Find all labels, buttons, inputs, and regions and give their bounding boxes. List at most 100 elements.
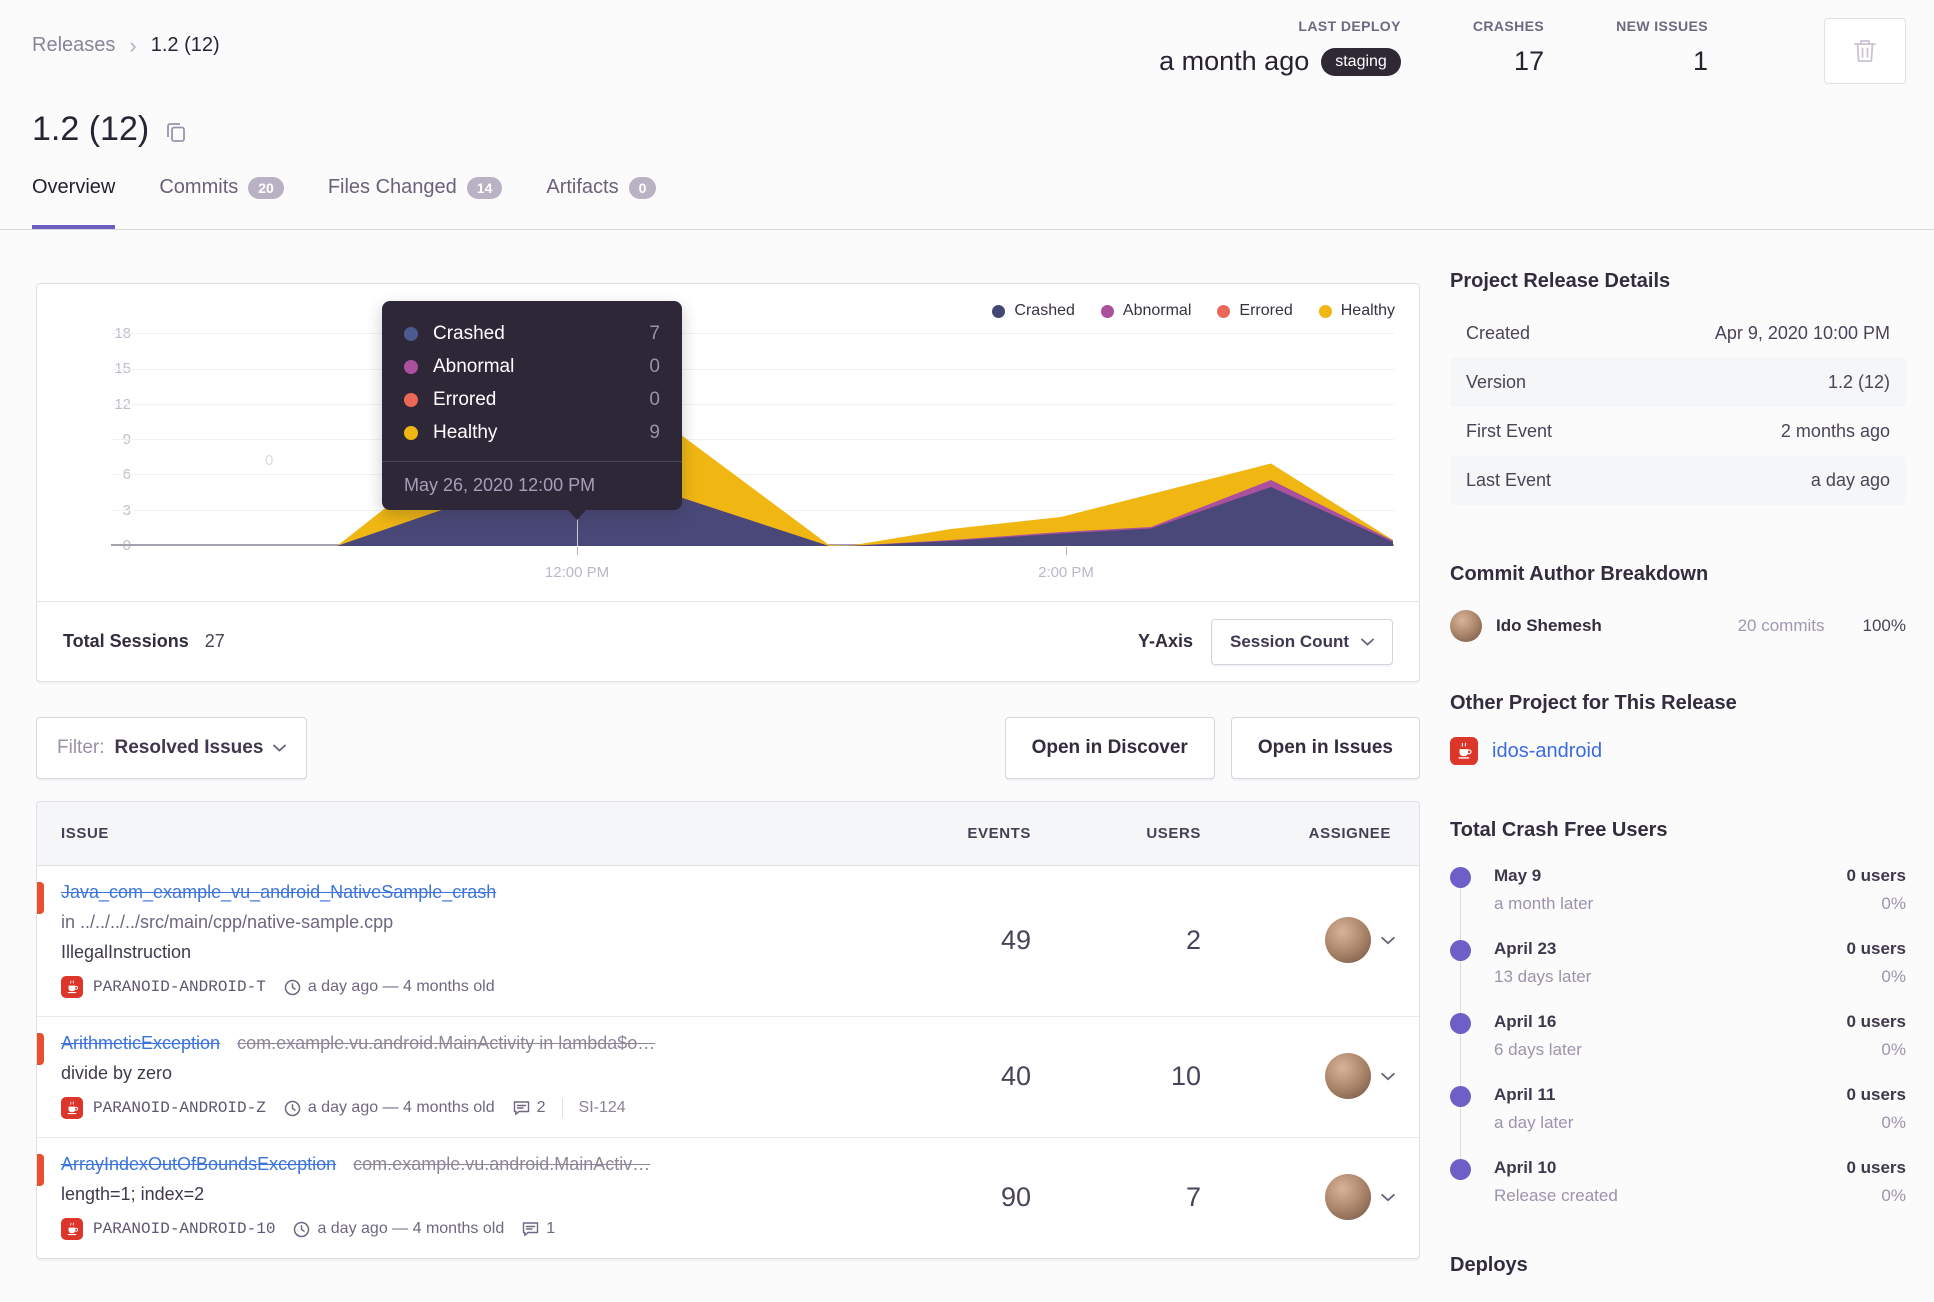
java-project-icon [1450, 737, 1478, 765]
legend-item-errored[interactable]: Errored [1217, 302, 1293, 320]
open-in-discover-button[interactable]: Open in Discover [1004, 717, 1215, 779]
issue-users-count: 10 [1170, 1060, 1201, 1091]
other-project-link[interactable]: idos-android [1492, 740, 1602, 763]
assignee-cell[interactable] [1229, 1053, 1419, 1099]
top-bar: Releases › 1.2 (12) LAST DEPLOY a month … [32, 18, 1906, 84]
java-project-icon [61, 1097, 83, 1119]
legend-dot-errored [1217, 304, 1231, 318]
stat-new-issues: NEW ISSUES 1 [1616, 18, 1708, 77]
new-issues-label: NEW ISSUES [1616, 18, 1708, 34]
trash-icon [1852, 37, 1878, 65]
tooltip-dot-healthy [404, 425, 418, 440]
clock-icon [293, 1221, 310, 1238]
x-axis-tick [577, 547, 578, 555]
issues-table-header: ISSUE EVENTS USERS ASSIGNEE [37, 802, 1419, 866]
detail-row: First Event 2 months ago [1466, 421, 1890, 441]
sessions-chart-card: Crashed Abnormal Errored Healthy 18 15 1… [36, 283, 1420, 682]
total-sessions-value: 27 [204, 631, 225, 651]
files-changed-count-badge: 14 [466, 176, 503, 199]
tooltip-row-crashed: Crashed 7 [404, 317, 660, 350]
other-project-section: Other Project for This Release idos-andr… [1450, 692, 1906, 765]
stacked-area-chart[interactable] [111, 334, 1396, 546]
assignee-cell[interactable] [1229, 917, 1419, 963]
issue-title-link[interactable]: ArithmeticException [61, 1033, 220, 1053]
copy-icon[interactable] [165, 120, 187, 144]
assignee-avatar[interactable] [1325, 1053, 1371, 1099]
issue-events-count: 90 [1000, 1181, 1031, 1212]
author-name: Ido Shemesh [1496, 616, 1602, 635]
table-row: Java_com_example_vu_android_NativeSample… [37, 866, 1419, 1017]
project-slug[interactable]: PARANOID-ANDROID-Z [93, 1099, 266, 1117]
clock-icon [284, 1100, 301, 1117]
comment-count: 1 [546, 1220, 556, 1237]
timeline-entry: April 16 6 days later 0 users 0% [1450, 1012, 1906, 1060]
breadcrumb: Releases › 1.2 (12) [32, 34, 220, 57]
issue-users-count: 2 [1185, 924, 1201, 955]
issue-events-count: 49 [1000, 924, 1031, 955]
timeline-dot [1450, 1013, 1471, 1034]
section-title: Commit Author Breakdown [1450, 563, 1709, 585]
chevron-down-icon[interactable] [1381, 1072, 1395, 1081]
issue-message: IllegalInstruction [61, 942, 192, 962]
chart-tooltip: Crashed 7 Abnormal 0 Errored 0 Healthy 9… [382, 301, 682, 520]
issues-toolbar: Filter: Resolved Issues Open in Discover… [36, 717, 1420, 779]
y-axis-select[interactable]: Session Count [1210, 618, 1393, 665]
tooltip-row-healthy: Healthy 9 [404, 416, 660, 449]
issue-culprit: com.example.vu.android.MainActivity in l… [237, 1033, 656, 1053]
other-project-row: idos-android [1450, 737, 1906, 765]
issue-users-count: 7 [1185, 1181, 1201, 1212]
filter-dropdown[interactable]: Filter: Resolved Issues [36, 717, 308, 779]
last-deploy-label: LAST DEPLOY [1298, 18, 1401, 34]
detail-row: Version 1.2 (12) [1450, 358, 1906, 407]
stat-crashes: CRASHES 17 [1473, 18, 1544, 77]
legend-item-healthy[interactable]: Healthy [1318, 302, 1395, 320]
open-in-issues-button[interactable]: Open in Issues [1230, 717, 1420, 779]
column-assignee: ASSIGNEE [1308, 825, 1391, 842]
timeline-entry: April 11 a day later 0 users 0% [1450, 1085, 1906, 1133]
timeline-dot [1450, 940, 1471, 961]
breadcrumb-chevron-icon: › [129, 32, 137, 58]
breadcrumb-releases-link[interactable]: Releases [32, 34, 115, 57]
section-title: Total Crash Free Users [1450, 819, 1668, 841]
issue-title-link[interactable]: Java_com_example_vu_android_NativeSample… [61, 882, 496, 902]
tab-commits[interactable]: Commits 20 [159, 176, 284, 229]
crashes-value: 17 [1514, 46, 1545, 76]
assignee-avatar[interactable] [1325, 1174, 1371, 1220]
detail-row: Created Apr 9, 2020 10:00 PM [1466, 323, 1890, 343]
issue-annotation[interactable]: SI-124 [579, 1099, 626, 1117]
issue-location: in ../../../../src/main/cpp/native-sampl… [61, 912, 394, 932]
x-axis-tick [1066, 547, 1067, 555]
detail-row: Last Event a day ago [1450, 456, 1906, 505]
tooltip-timestamp: May 26, 2020 12:00 PM [404, 475, 596, 495]
comment-icon [513, 1100, 530, 1116]
chevron-down-icon[interactable] [1381, 936, 1395, 945]
issue-level-marker [37, 882, 44, 914]
delete-release-button[interactable] [1824, 18, 1906, 84]
legend-item-abnormal[interactable]: Abnormal [1100, 302, 1191, 320]
issue-level-marker [37, 1154, 44, 1186]
chevron-down-icon[interactable] [1381, 1193, 1395, 1202]
crash-free-timeline: May 9 a month later 0 users 0% April 23 … [1450, 866, 1906, 1206]
author-commit-count: 20 commits [1737, 616, 1825, 635]
section-title: Project Release Details [1450, 270, 1671, 292]
column-users: USERS [1146, 825, 1201, 842]
tab-files-changed[interactable]: Files Changed 14 [328, 176, 503, 229]
project-slug[interactable]: PARANOID-ANDROID-T [93, 978, 266, 996]
tooltip-row-errored: Errored 0 [404, 383, 660, 416]
java-project-icon [61, 1218, 83, 1240]
chevron-down-icon [273, 744, 287, 752]
issue-age: a day ago — 4 months old [307, 978, 495, 995]
assignee-avatar[interactable] [1325, 917, 1371, 963]
tab-overview[interactable]: Overview [32, 176, 116, 229]
tooltip-row-abnormal: Abnormal 0 [404, 350, 660, 383]
timeline-dot [1450, 1086, 1471, 1107]
commit-author-breakdown: Commit Author Breakdown Ido Shemesh 20 c… [1450, 563, 1906, 642]
chart-legend: Crashed Abnormal Errored Healthy [992, 302, 1395, 320]
tab-artifacts[interactable]: Artifacts 0 [546, 176, 657, 229]
project-slug[interactable]: PARANOID-ANDROID-10 [93, 1220, 275, 1238]
issue-title-link[interactable]: ArrayIndexOutOfBoundsException [61, 1154, 336, 1174]
legend-item-crashed[interactable]: Crashed [992, 302, 1075, 320]
assignee-cell[interactable] [1229, 1174, 1419, 1220]
author-row: Ido Shemesh 20 commits 100% [1450, 610, 1906, 642]
commits-count-badge: 20 [248, 176, 284, 199]
